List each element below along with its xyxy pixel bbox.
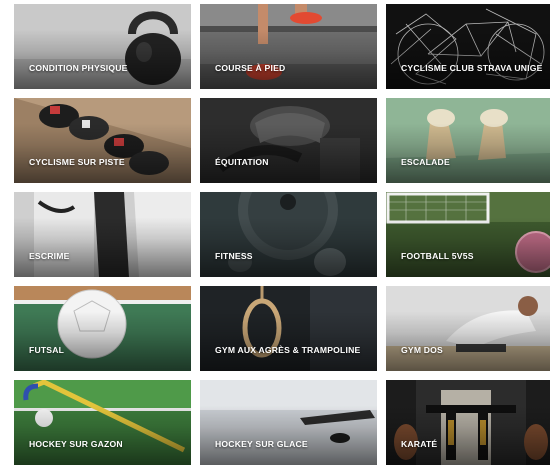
sport-tile-escrime[interactable]: ESCRIME: [14, 192, 191, 277]
sport-tile-gym-dos[interactable]: GYM DOS: [386, 286, 550, 371]
sport-tile-futsal[interactable]: FUTSAL: [14, 286, 191, 371]
sport-tile-equitation[interactable]: ÉQUITATION: [200, 98, 377, 183]
sport-label: GYM DOS: [401, 345, 443, 355]
sport-label: HOCKEY SUR GLACE: [215, 439, 308, 449]
sport-tile-course-a-pied[interactable]: COURSE À PIED: [200, 4, 377, 89]
sport-tile-hockey-sur-glace[interactable]: HOCKEY SUR GLACE: [200, 380, 377, 465]
sport-label: GYM AUX AGRÈS & TRAMPOLINE: [215, 345, 361, 355]
sport-label: ESCRIME: [29, 251, 70, 261]
sport-tile-cyclisme-sur-piste[interactable]: CYCLISME SUR PISTE: [14, 98, 191, 183]
sport-tile-escalade[interactable]: ESCALADE: [386, 98, 550, 183]
sport-label: FITNESS: [215, 251, 253, 261]
sport-label: KARATÉ: [401, 439, 438, 449]
sports-grid: CONDITION PHYSIQUE COURSE À PIED CYCLISM…: [0, 0, 550, 465]
sport-tile-fitness[interactable]: FITNESS: [200, 192, 377, 277]
sport-label: CYCLISME SUR PISTE: [29, 157, 125, 167]
sport-label: ESCALADE: [401, 157, 450, 167]
sport-label: CONDITION PHYSIQUE: [29, 63, 128, 73]
sport-label: HOCKEY SUR GAZON: [29, 439, 123, 449]
sport-label: FUTSAL: [29, 345, 65, 355]
sport-tile-football-5v5[interactable]: FOOTBALL 5V5S: [386, 192, 550, 277]
sport-tile-karate[interactable]: KARATÉ: [386, 380, 550, 465]
sport-tile-condition-physique[interactable]: CONDITION PHYSIQUE: [14, 4, 191, 89]
sport-label: FOOTBALL 5V5S: [401, 251, 474, 261]
sport-tile-cyclisme-club-strava[interactable]: CYCLISME CLUB STRAVA UNIGE: [386, 4, 550, 89]
sport-label: CYCLISME CLUB STRAVA UNIGE: [401, 63, 543, 73]
sport-label: COURSE À PIED: [215, 63, 286, 73]
sport-label: ÉQUITATION: [215, 157, 269, 167]
sport-tile-gym-agres-trampoline[interactable]: GYM AUX AGRÈS & TRAMPOLINE: [200, 286, 377, 371]
sport-tile-hockey-sur-gazon[interactable]: HOCKEY SUR GAZON: [14, 380, 191, 465]
